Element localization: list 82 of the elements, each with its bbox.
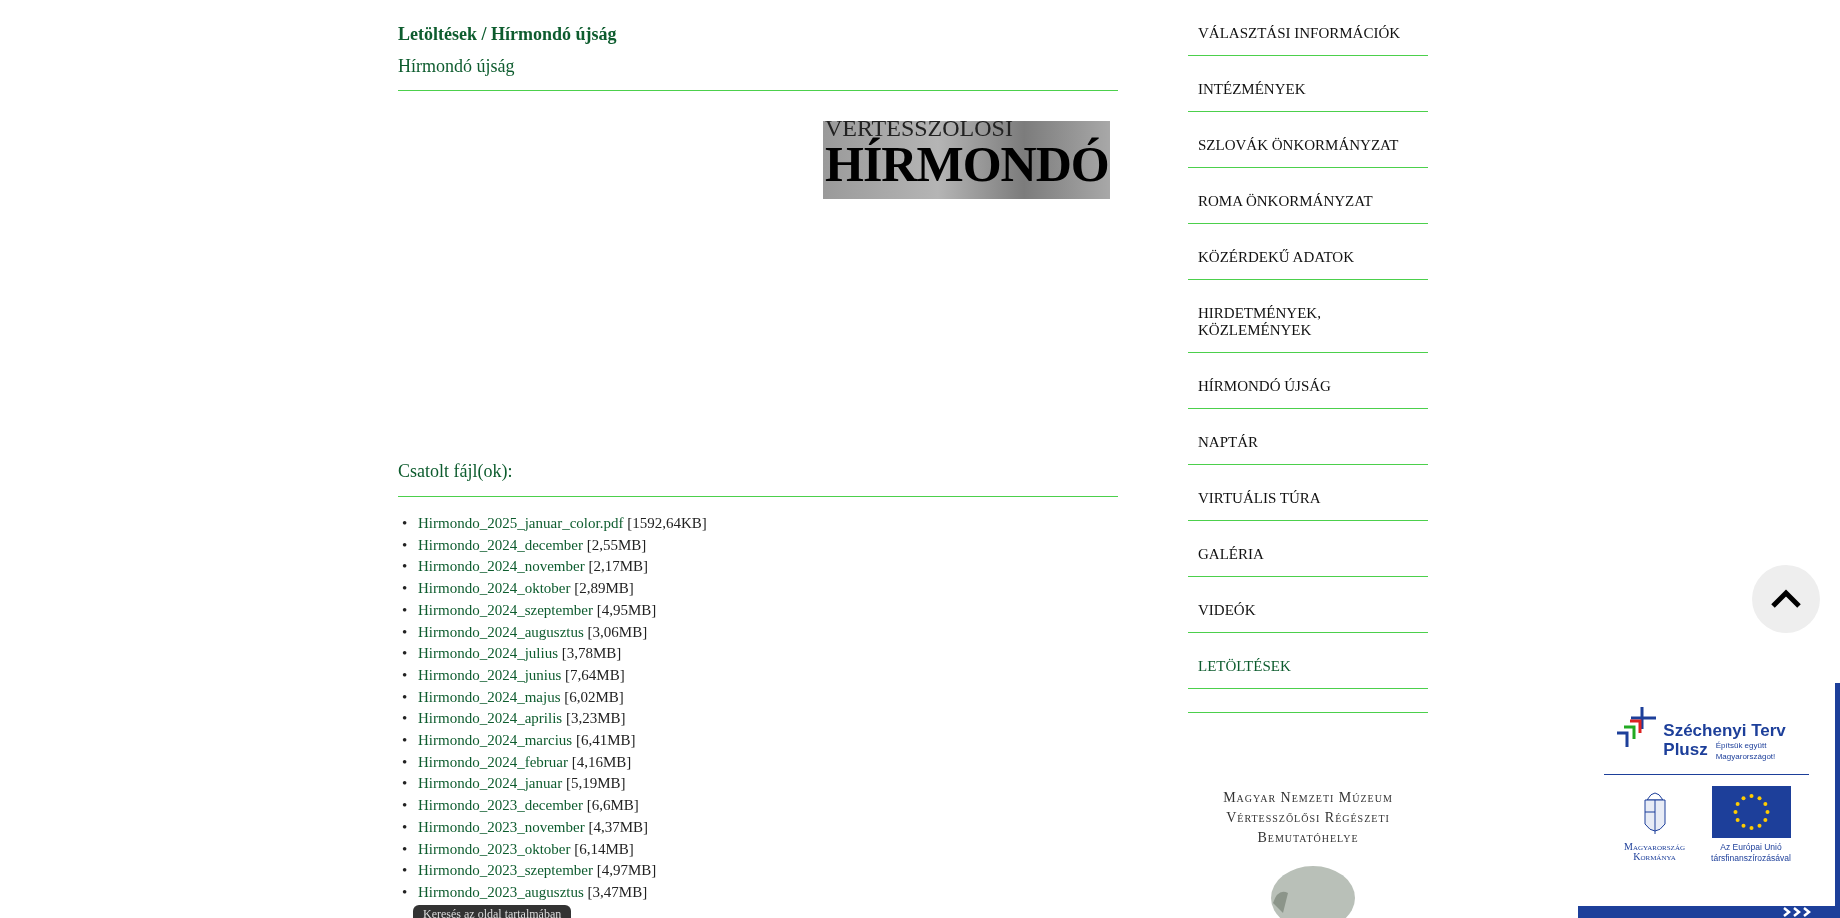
cross-logo-icon — [1617, 707, 1658, 747]
file-link[interactable]: Hirmondo_2024_julius — [418, 645, 558, 662]
file-link[interactable]: Hirmondo_2024_november — [418, 558, 585, 575]
list-bullet: • — [402, 514, 409, 533]
museum-text: Bemutatóhelye — [1257, 829, 1359, 847]
nav-item[interactable]: NAPTÁR — [1188, 409, 1428, 465]
file-link[interactable]: Hirmondo_2024_augusztus — [418, 623, 584, 640]
file-size: [2,17MB] — [588, 558, 648, 575]
nav-item[interactable]: HIRDETMÉNYEK, KÖZLEMÉNYEK — [1188, 280, 1428, 353]
file-link[interactable]: Hirmondo_2025_januar_color.pdf — [418, 515, 624, 531]
file-link[interactable]: Hirmondo_2023_szeptember — [418, 862, 593, 879]
file-size: [7,64MB] — [565, 666, 625, 683]
nav-item[interactable]: SZLOVÁK ÖNKORMÁNYZAT — [1188, 112, 1428, 168]
list-bullet: • — [402, 535, 409, 555]
file-size: [6,41MB] — [575, 732, 636, 749]
file-size: [6,6MB] — [586, 797, 639, 814]
file-link[interactable]: Hirmondo_2024_december — [418, 536, 583, 553]
list-bullet: • — [402, 579, 409, 599]
page-title: Hírmondó újság — [398, 56, 516, 77]
list-bullet: • — [402, 861, 409, 881]
file-link[interactable]: Hirmondo_2024_majus — [418, 688, 561, 705]
nav-item[interactable]: KÖZÉRDEKŰ ADATOK — [1188, 224, 1428, 280]
list-bullet: • — [402, 600, 409, 620]
file-size: [6,14MB] — [574, 840, 634, 857]
file-link[interactable]: Hirmondo_2024_oktober — [418, 580, 571, 597]
file-link[interactable]: Hirmondo_2023_augusztus — [418, 883, 584, 900]
file-size: [6,02MB] — [564, 688, 624, 705]
list-bullet: • — [402, 687, 409, 707]
nav-item[interactable]: VIDEÓK — [1188, 577, 1428, 633]
breadcrumb: Letöltések / Hírmondó újság — [398, 24, 618, 45]
file-link[interactable]: Hirmondo_2024_aprilis — [418, 710, 563, 727]
eu-flag-icon — [1711, 786, 1791, 838]
list-bullet: • — [402, 644, 409, 664]
program-subtitle: Plusz — [1663, 740, 1708, 759]
nav-item[interactable]: LETÖLTÉSEK — [1188, 633, 1428, 689]
file-size: [3,47MB] — [587, 883, 648, 900]
file-size: [3,23MB] — [565, 710, 626, 727]
list-bullet: • — [402, 774, 409, 794]
file-size: [5,19MB] — [565, 775, 626, 792]
program-slogan: Építsük együtt Magyarországot! — [1715, 740, 1777, 762]
list-bullet: • — [402, 752, 409, 772]
file-link[interactable]: Hirmondo_2023_oktober — [418, 840, 571, 857]
file-link[interactable]: Hirmondo_2023_december — [418, 797, 583, 814]
nav-item[interactable]: INTÉZMÉNYEK — [1188, 56, 1428, 112]
museum-text: Magyar Nemzeti Múzeum — [1223, 789, 1393, 807]
nav-item[interactable]: VIRTUÁLIS TÚRA — [1188, 465, 1428, 521]
list-bullet: • — [402, 709, 409, 729]
nav-item[interactable]: VÁLASZTÁSI INFORMÁCIÓK — [1188, 0, 1428, 56]
list-bullet: • — [402, 665, 409, 685]
file-size: [4,16MB] — [571, 753, 632, 770]
file-link[interactable]: Hirmondo_2024_januar — [418, 775, 563, 792]
program-title: Széchenyi Terv — [1663, 721, 1787, 740]
nav-item[interactable]: GALÉRIA — [1188, 521, 1428, 577]
file-size: [4,97MB] — [596, 862, 657, 879]
chevron-up-icon — [1770, 589, 1802, 609]
list-bullet: • — [402, 557, 409, 577]
attachments-heading: Csatolt fájl(ok): — [398, 460, 514, 483]
list-bullet: • — [402, 882, 409, 902]
list-bullet: • — [402, 731, 409, 751]
file-size: [1592,64KB] — [627, 515, 707, 531]
file-size: [2,55MB] — [586, 536, 647, 553]
list-bullet: • — [402, 622, 409, 642]
museum-text: Vértesszőlősi Régészeti — [1226, 809, 1390, 827]
file-link[interactable]: Hirmondo_2024_februar — [418, 753, 568, 770]
nav-item[interactable]: HÍRMONDÓ ÚJSÁG — [1188, 353, 1428, 409]
tooltip: Keresés az oldal tartalmában — [413, 905, 572, 918]
nav-item[interactable]: ROMA ÖNKORMÁNYZAT — [1188, 168, 1428, 224]
file-link[interactable]: Hirmondo_2023_november — [418, 818, 585, 835]
file-link[interactable]: Hirmondo_2024_szeptember — [418, 601, 593, 618]
file-link[interactable]: Hirmondo_2024_marcius — [418, 732, 573, 749]
eu-caption: Az Európai Unió társfinanszírozásával — [1710, 842, 1792, 864]
list-bullet: • — [402, 796, 409, 816]
file-size: [4,37MB] — [588, 818, 648, 835]
list-bullet: • — [402, 817, 409, 837]
file-size: [3,78MB] — [561, 645, 622, 662]
file-link[interactable]: Hirmondo_2024_junius — [418, 666, 562, 683]
file-size: [3,06MB] — [587, 623, 648, 640]
banner-title: HÍRMONDÓ — [824, 137, 1110, 191]
list-bullet: • — [402, 839, 409, 859]
file-size: [4,95MB] — [596, 601, 657, 618]
file-size: [2,89MB] — [574, 580, 634, 597]
government-caption: Magyarország Kormánya — [1623, 842, 1686, 862]
